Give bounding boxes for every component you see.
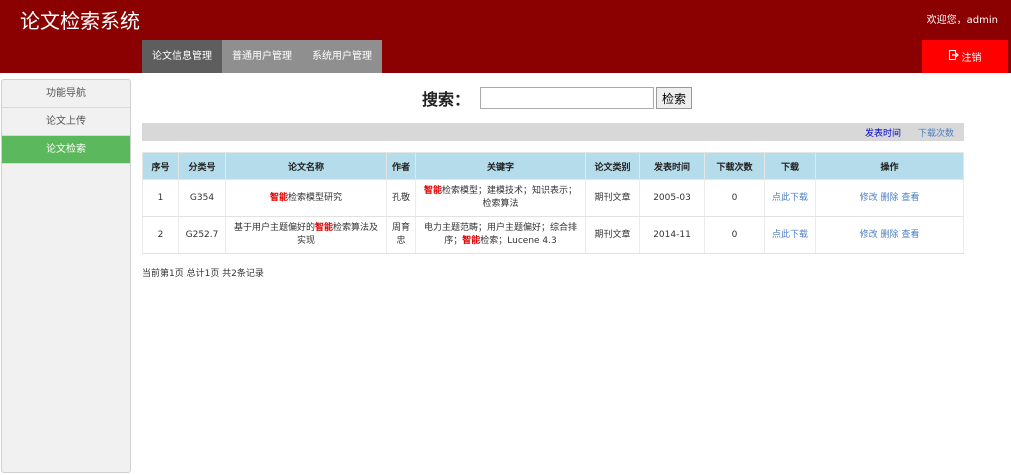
sort-by-date-link[interactable]: 发表时间 [865,126,901,139]
cell-date: 2005-03 [639,179,705,217]
sidebar: 功能导航 论文上传 论文检索 [1,79,131,473]
col-header-category: 论文类别 [585,152,640,180]
table-header-row: 序号 分类号 论文名称 作者 关键字 论文类别 发表时间 下载次数 下载 操作 [142,152,964,180]
delete-link[interactable]: 删除 [880,230,898,240]
col-header-downloads: 下载次数 [704,152,765,180]
keyword-text: 检索；Lucene 4.3 [480,236,557,246]
col-header-keywords: 关键字 [415,152,586,180]
title-highlight: 智能 [269,192,288,203]
welcome-text: 欢迎您，admin [926,15,998,26]
cell-class-no: G252.7 [178,216,226,254]
sort-bar: 发表时间 下载次数 [142,123,964,141]
cell-author: 孔敬 [386,179,416,217]
cell-author: 周育忠 [386,216,416,254]
col-header-title: 论文名称 [225,152,387,180]
col-header-no: 序号 [142,152,179,180]
cell-category: 期刊文章 [585,179,640,217]
title-highlight: 智能 [314,223,333,233]
cell-keywords: 电力主题范畴；用户主题偏好；综合排序；智能检索；Lucene 4.3 [415,216,586,254]
search-bar: 搜索： 检索 [422,86,693,110]
keyword-highlight: 智能 [462,236,481,246]
cell-actions: 修改 删除 查看 [815,179,964,217]
search-button[interactable]: 检索 [656,87,693,109]
cell-keywords: 智能检索模型；建模技术；知识表示；检索算法 [415,179,586,217]
delete-link[interactable]: 删除 [880,193,898,203]
col-header-class-no: 分类号 [178,152,226,180]
cell-category: 期刊文章 [585,216,640,254]
download-link[interactable]: 点此下载 [772,193,808,203]
cell-class-no: G354 [178,179,226,217]
cell-date: 2014-11 [639,216,705,254]
cell-no: 1 [142,179,179,217]
title-text: 检索模型研究 [288,192,343,203]
cell-no: 2 [142,216,179,254]
edit-link[interactable]: 修改 [860,193,878,203]
logout-label: 注销 [961,53,982,64]
keyword-text: 检索模型；建模技术；知识表示；检索算法 [442,186,578,209]
title-prefix: 基于用户主题偏好的 [233,223,315,233]
col-header-download: 下载 [764,152,816,180]
table-row: 1 G354 智能检索模型研究 孔敬 智能检索模型；建模技术；知识表示；检索算法… [142,179,964,217]
cell-download: 点此下载 [764,179,816,217]
cell-downloads: 0 [704,179,765,217]
results-table: 序号 分类号 论文名称 作者 关键字 论文类别 发表时间 下载次数 下载 操作 … [142,152,964,254]
cell-downloads: 0 [704,216,765,254]
cell-title: 基于用户主题偏好的智能检索算法及实现 [225,216,387,254]
tab-paper-management[interactable]: 论文信息管理 [142,40,222,73]
cell-title: 智能检索模型研究 [225,179,387,217]
col-header-actions: 操作 [815,152,964,180]
logout-icon [948,50,959,63]
download-link[interactable]: 点此下载 [772,230,808,240]
view-link[interactable]: 查看 [901,230,919,240]
sidebar-header-navigation: 功能导航 [2,80,130,108]
tab-user-management[interactable]: 普通用户管理 [222,40,302,73]
table-row: 2 G252.7 基于用户主题偏好的智能检索算法及实现 周育忠 电力主题范畴；用… [142,216,964,254]
search-label: 搜索： [422,90,471,109]
cell-actions: 修改 删除 查看 [815,216,964,254]
col-header-date: 发表时间 [639,152,705,180]
sort-by-downloads-link[interactable]: 下载次数 [918,126,954,139]
app-title: 论文检索系统 [20,9,140,33]
sidebar-item-upload[interactable]: 论文上传 [2,108,130,136]
search-input[interactable] [480,87,655,109]
keyword-highlight: 智能 [423,186,442,196]
top-nav: 论文信息管理 普通用户管理 系统用户管理 [142,40,382,73]
cell-download: 点此下载 [764,216,816,254]
col-header-author: 作者 [386,152,416,180]
pagination-info: 当前第1页 总计1页 共2条记录 [142,269,264,279]
edit-link[interactable]: 修改 [860,230,878,240]
tab-system-user-management[interactable]: 系统用户管理 [302,40,382,73]
view-link[interactable]: 查看 [901,193,919,203]
sidebar-item-search[interactable]: 论文检索 [2,136,130,164]
logout-button[interactable]: 注销 [922,40,1008,73]
